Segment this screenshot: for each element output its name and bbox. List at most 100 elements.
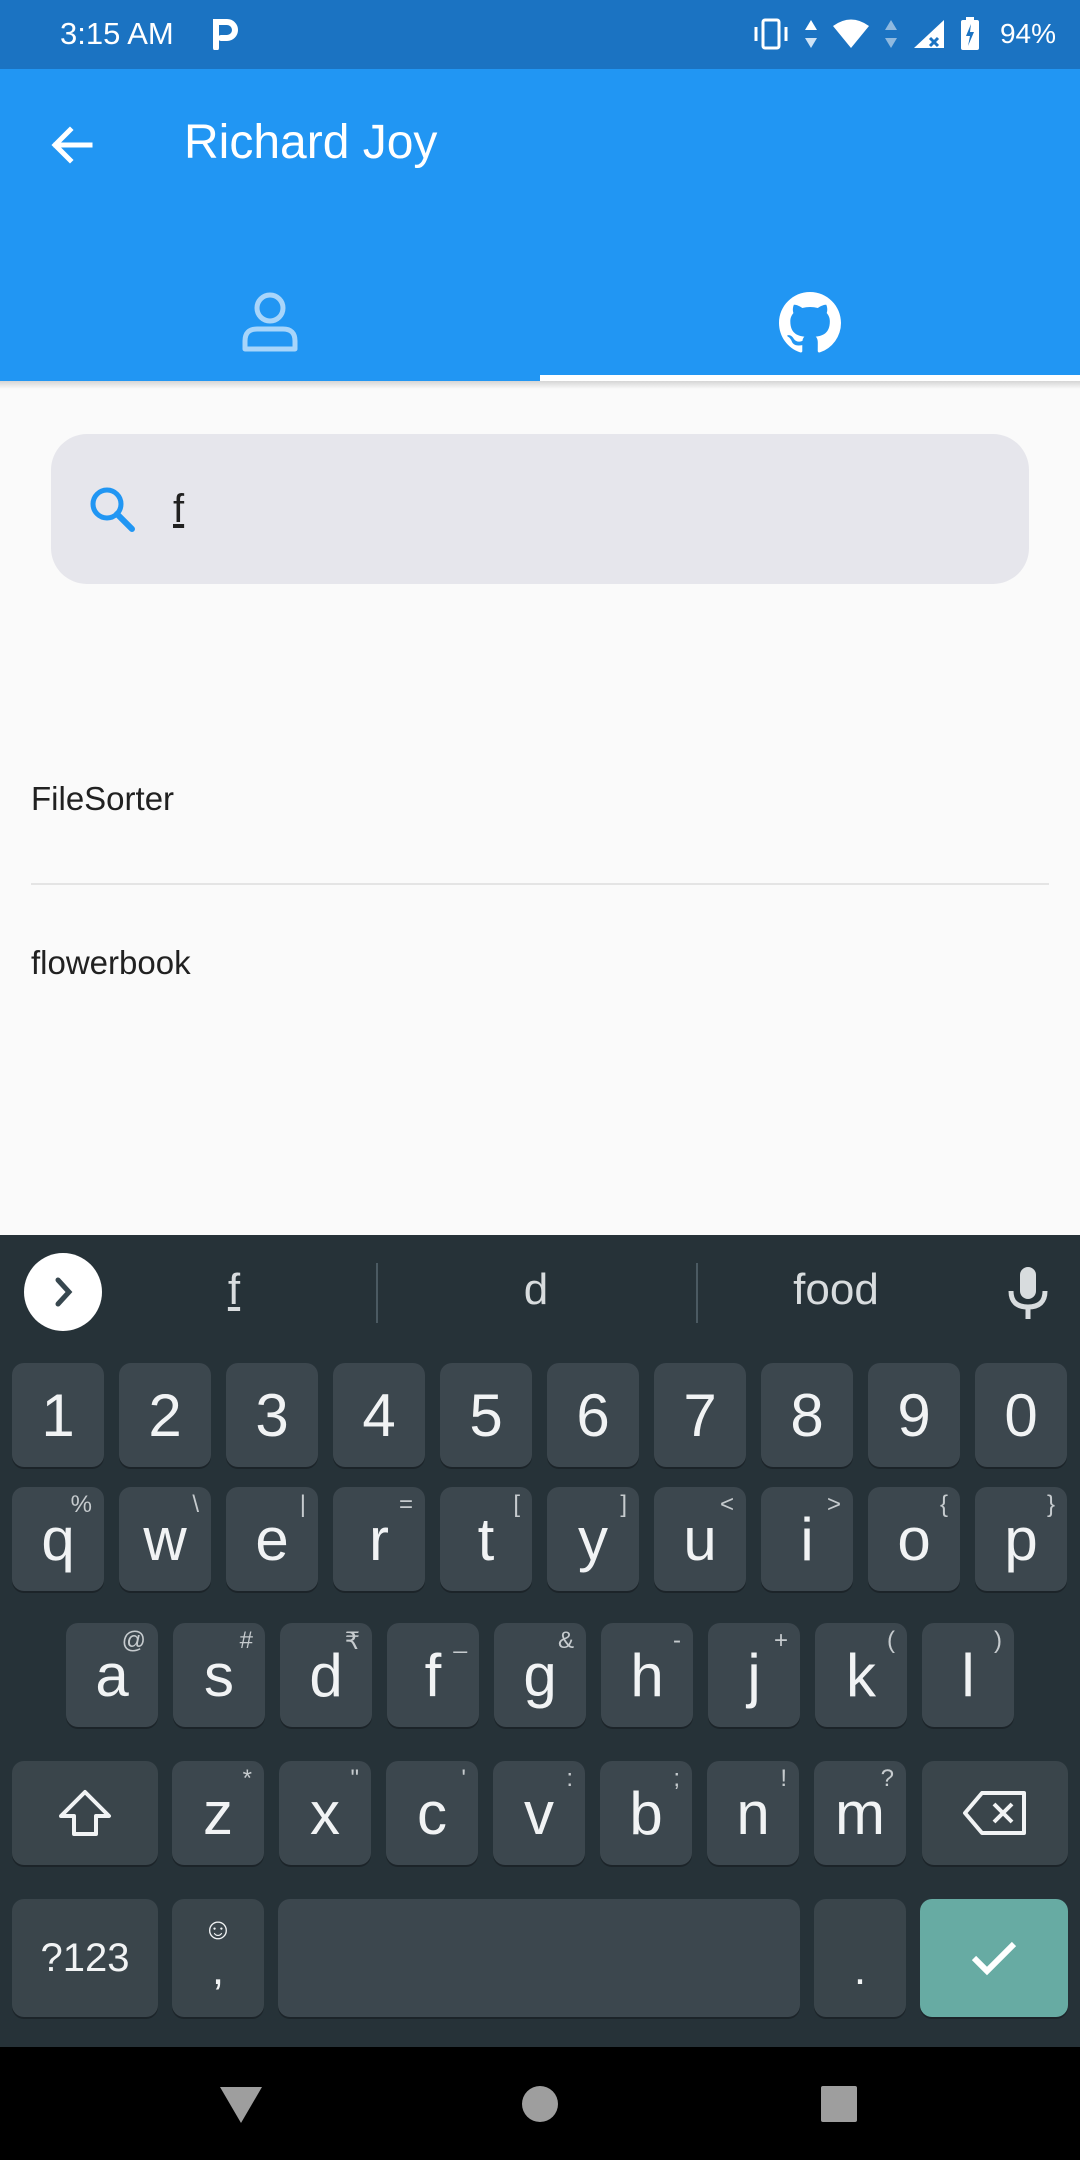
key-r-secondary-label: = <box>398 1491 413 1518</box>
key-0-label: 0 <box>1004 1381 1038 1449</box>
list-item[interactable]: flowerbook <box>0 888 1080 1048</box>
key-p-label: p <box>1004 1505 1038 1573</box>
space-key[interactable] <box>278 1899 800 2017</box>
key-b[interactable]: b; <box>600 1761 692 1865</box>
shift-key[interactable] <box>12 1761 158 1865</box>
page-title: Richard Joy <box>184 116 438 169</box>
key-7[interactable]: 7 <box>654 1363 746 1467</box>
suggestion-1[interactable]: f <box>84 1265 384 1315</box>
key-t-label: t <box>477 1505 495 1573</box>
wifi-icon <box>832 19 869 48</box>
key-f-secondary-label: _ <box>453 1627 467 1654</box>
key-n[interactable]: n! <box>707 1761 799 1865</box>
key-t[interactable]: t[ <box>440 1487 532 1591</box>
key-f-label: f <box>424 1641 442 1709</box>
key-e-secondary-label: | <box>299 1491 306 1518</box>
key-a[interactable]: a @ <box>66 1623 158 1727</box>
enter-key[interactable] <box>920 1899 1068 2017</box>
key-v[interactable]: v: <box>493 1761 585 1865</box>
symbols-key-label: ?123 <box>40 1935 130 1980</box>
key-d-secondary-label: ₹ <box>344 1628 360 1655</box>
data-arrows-icon <box>884 20 897 48</box>
key-g-secondary-label: & <box>557 1627 574 1654</box>
key-6-label: 6 <box>576 1381 610 1449</box>
backspace-key[interactable] <box>922 1761 1068 1865</box>
key-h-secondary-label: - <box>673 1627 681 1654</box>
key-r-label: r <box>369 1505 389 1573</box>
key-u[interactable]: u < <box>654 1487 746 1591</box>
key-l-secondary-label: ) <box>994 1627 1002 1654</box>
key-x-secondary-label: " <box>350 1765 359 1792</box>
key-d[interactable]: d ₹ <box>280 1623 372 1727</box>
app-bar: Richard Joy <box>0 69 1080 381</box>
key-o-label: o <box>897 1505 931 1573</box>
key-2[interactable]: 2 <box>119 1363 211 1467</box>
key-c-secondary-label: ' <box>461 1765 466 1792</box>
key-g[interactable]: g & <box>494 1623 586 1727</box>
key-5[interactable]: 5 <box>440 1363 532 1467</box>
key-j-label: j <box>747 1641 761 1709</box>
key-u-secondary-label: < <box>719 1491 734 1518</box>
key-x[interactable]: x " <box>279 1761 371 1865</box>
key-t-secondary-label: [ <box>513 1491 520 1518</box>
key-k[interactable]: k( <box>815 1623 907 1727</box>
key-h[interactable]: h- <box>601 1623 693 1727</box>
parking-p-icon <box>213 19 238 50</box>
search-box[interactable] <box>51 434 1029 584</box>
key-6[interactable]: 6 <box>547 1363 639 1467</box>
key-z-secondary-label: * <box>242 1765 252 1792</box>
list-divider <box>31 883 1049 885</box>
key-f[interactable]: f _ <box>387 1623 479 1727</box>
key-9[interactable]: 9 <box>868 1363 960 1467</box>
key-j-secondary-label: + <box>773 1627 788 1654</box>
emoji-comma-key[interactable]: ☺ , <box>172 1899 264 2017</box>
github-icon <box>779 292 841 353</box>
key-j[interactable]: j + <box>708 1623 800 1727</box>
suggestion-3[interactable]: food <box>686 1265 986 1315</box>
back-nav-icon[interactable] <box>218 2085 264 2125</box>
key-0[interactable]: 0 <box>975 1363 1067 1467</box>
app-bar-shadow <box>0 381 1080 389</box>
back-button[interactable] <box>36 109 108 181</box>
tab-profile[interactable] <box>0 265 540 381</box>
keyboard: f d food ?123 ☺ , . 1 2 3 4 5 6 7 8 9 0 q% w \ e | r = t[… <box>0 1235 1080 2047</box>
key-4[interactable]: 4 <box>333 1363 425 1467</box>
status-time: 3:15 AM <box>60 16 174 51</box>
key-c[interactable]: c ' <box>386 1761 478 1865</box>
key-m-label: m <box>835 1779 885 1847</box>
key-m[interactable]: m? <box>814 1761 906 1865</box>
search-input[interactable] <box>173 476 973 542</box>
key-p[interactable]: p} <box>975 1487 1067 1591</box>
symbols-key[interactable]: ?123 <box>12 1899 158 2017</box>
search-icon <box>90 487 135 532</box>
key-z[interactable]: z * <box>172 1761 264 1865</box>
key-3[interactable]: 3 <box>226 1363 318 1467</box>
period-key[interactable]: . <box>814 1899 906 2017</box>
list-item[interactable]: FileSorter <box>0 724 1080 884</box>
key-l[interactable]: l) <box>922 1623 1014 1727</box>
key-r[interactable]: r = <box>333 1487 425 1591</box>
key-b-secondary-label: ; <box>673 1765 680 1792</box>
key-i-secondary-label: > <box>826 1491 841 1518</box>
key-o[interactable]: o{ <box>868 1487 960 1591</box>
key-y[interactable]: y] <box>547 1487 639 1591</box>
suggestion-2[interactable]: d <box>386 1265 686 1315</box>
key-1[interactable]: 1 <box>12 1363 104 1467</box>
suggestion-separator <box>376 1263 378 1323</box>
key-8[interactable]: 8 <box>761 1363 853 1467</box>
emoji-icon: ☺ <box>202 1913 234 1946</box>
key-o-secondary-label: { <box>939 1491 948 1518</box>
key-m-secondary-label: ? <box>880 1765 894 1792</box>
key-i-label: i <box>800 1505 814 1573</box>
key-q[interactable]: q% <box>12 1487 104 1591</box>
microphone-icon[interactable] <box>1000 1263 1056 1323</box>
key-w[interactable]: w \ <box>119 1487 211 1591</box>
suggestion-bar: f d food <box>0 1235 1080 1345</box>
key-s[interactable]: s # <box>173 1623 265 1727</box>
recents-nav-icon[interactable] <box>820 2085 858 2123</box>
key-i[interactable]: i > <box>761 1487 853 1591</box>
key-l-label: l <box>961 1641 975 1709</box>
home-nav-icon[interactable] <box>521 2085 559 2123</box>
tab-github[interactable] <box>540 265 1080 381</box>
key-e[interactable]: e | <box>226 1487 318 1591</box>
